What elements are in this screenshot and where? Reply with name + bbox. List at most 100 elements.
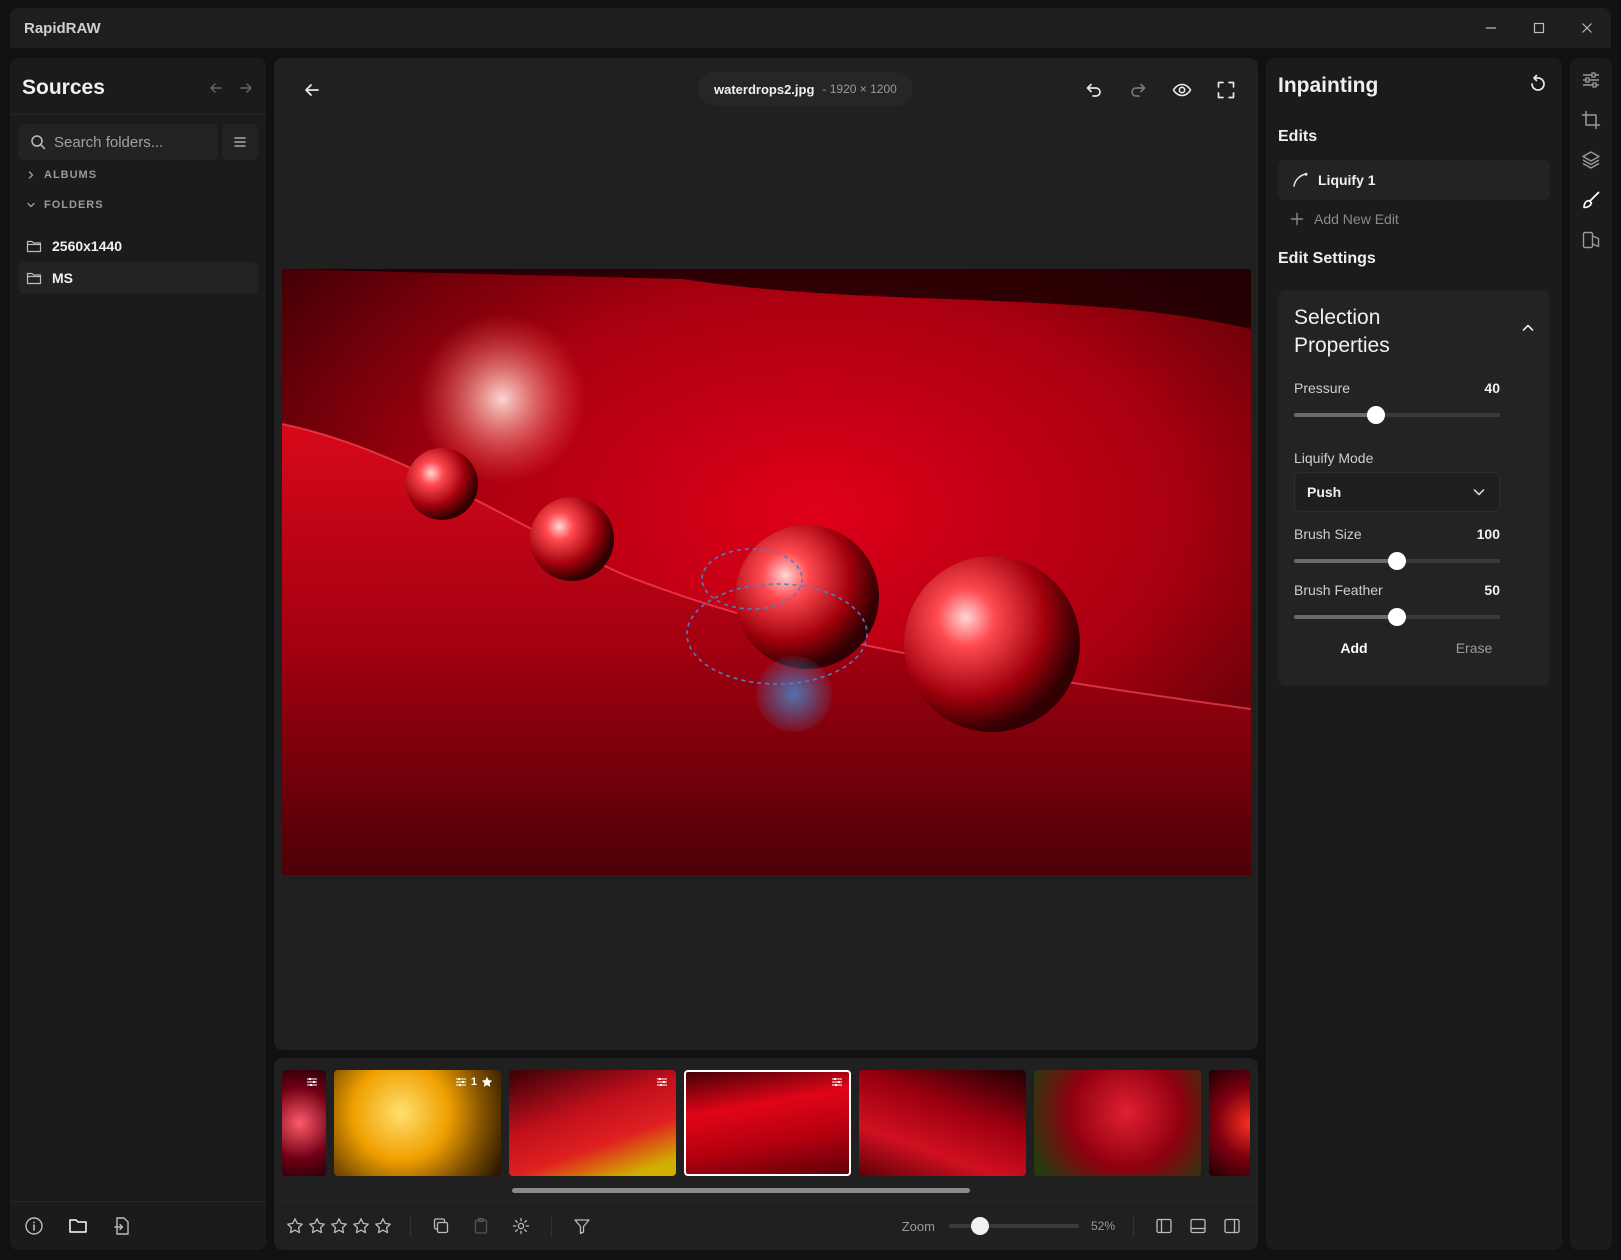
redo-button[interactable]: [1122, 74, 1154, 106]
preview-button[interactable]: [1166, 74, 1198, 106]
brush-cursor: [756, 656, 832, 732]
adjustments-icon: [455, 1078, 466, 1086]
pressure-label: Pressure: [1294, 380, 1351, 396]
thumbnail[interactable]: [509, 1070, 676, 1176]
brush-size-label: Brush Size: [1294, 526, 1362, 542]
paste-button[interactable]: [469, 1214, 493, 1238]
search-input[interactable]: [54, 133, 204, 151]
fullscreen-icon: [1217, 81, 1235, 99]
open-folder-button[interactable]: [66, 1214, 90, 1238]
undo-button[interactable]: [1078, 74, 1110, 106]
add-new-edit-button[interactable]: Add New Edit: [1290, 204, 1399, 234]
close-button[interactable]: [1563, 8, 1611, 48]
back-button[interactable]: [296, 74, 328, 106]
brush-feather-slider[interactable]: Brush Feather 50: [1294, 582, 1500, 626]
add-new-edit-label: Add New Edit: [1314, 211, 1399, 227]
albums-label: ALBUMS: [44, 169, 98, 181]
add-mode-button[interactable]: Add: [1294, 640, 1414, 656]
menu-icon: [234, 137, 246, 147]
toggle-bottom-panel-button[interactable]: [1186, 1214, 1210, 1238]
sources-header: Sources: [22, 70, 254, 106]
file-name: waterdrops2.jpg: [714, 81, 815, 97]
reset-button[interactable]: [1528, 74, 1548, 99]
zoom-slider[interactable]: [948, 1217, 1079, 1235]
rating-value: 1: [470, 1076, 477, 1088]
pressure-slider[interactable]: Pressure 40: [1294, 380, 1500, 424]
eye-icon: [1172, 83, 1192, 97]
collapse-button[interactable]: [1520, 320, 1536, 341]
liquify-mode-label: Liquify Mode: [1294, 450, 1374, 466]
folder-item[interactable]: 2560x1440: [18, 230, 258, 262]
star-icon[interactable]: [330, 1217, 348, 1235]
folder-nav: [208, 80, 254, 96]
slider-knob[interactable]: [1388, 608, 1406, 626]
inpainting-button[interactable]: [1570, 180, 1612, 220]
viewer-toolbar: [1078, 74, 1242, 106]
folders-section[interactable]: FOLDERS: [26, 199, 104, 211]
star-icon[interactable]: [352, 1217, 370, 1235]
brush-size-slider[interactable]: Brush Size 100: [1294, 526, 1500, 570]
crop-icon: [1581, 110, 1601, 130]
arrow-left-icon: [305, 84, 319, 96]
maximize-button[interactable]: [1515, 8, 1563, 48]
edit-item-label: Liquify 1: [1318, 172, 1376, 188]
adjustments-icon: [832, 1078, 842, 1086]
slider-track[interactable]: [1294, 552, 1500, 570]
export-icon: [1582, 231, 1600, 249]
toggle-right-panel-button[interactable]: [1220, 1214, 1244, 1238]
export-panel-button[interactable]: [1570, 220, 1612, 260]
thumbnail[interactable]: [1209, 1070, 1250, 1176]
masks-button[interactable]: [1570, 140, 1612, 180]
edit-settings-heading: Edit Settings: [1278, 250, 1376, 267]
slider-knob[interactable]: [1388, 552, 1406, 570]
filter-button[interactable]: [570, 1214, 594, 1238]
list-menu-button[interactable]: [222, 124, 258, 160]
zoom-slider-knob[interactable]: [970, 1217, 989, 1235]
star-icon[interactable]: [308, 1217, 326, 1235]
thumbnail[interactable]: [1034, 1070, 1201, 1176]
star-icon[interactable]: [286, 1217, 304, 1235]
divider: [10, 114, 266, 115]
minimize-button[interactable]: [1467, 8, 1515, 48]
arrow-right-icon[interactable]: [238, 80, 254, 96]
fullscreen-button[interactable]: [1210, 74, 1242, 106]
export-button[interactable]: [110, 1214, 134, 1238]
albums-section[interactable]: ALBUMS: [26, 169, 97, 181]
slider-track[interactable]: [1294, 608, 1500, 626]
filter-icon: [574, 1219, 590, 1235]
slider-track[interactable]: [1294, 406, 1500, 424]
divider: [410, 1215, 411, 1237]
zoom-value: 52%: [1090, 1219, 1115, 1233]
erase-mode-button[interactable]: Erase: [1414, 640, 1534, 656]
star-rating: [286, 1217, 392, 1235]
undo-icon: [1086, 83, 1101, 97]
thumbnail-active[interactable]: [684, 1070, 851, 1176]
info-button[interactable]: [22, 1214, 46, 1238]
liquify-mode-select[interactable]: Push: [1294, 472, 1500, 512]
search-box[interactable]: [18, 124, 218, 160]
crop-button[interactable]: [1570, 100, 1612, 140]
thumbnail[interactable]: 1: [334, 1070, 501, 1176]
layers-icon: [1582, 151, 1600, 169]
arrow-left-icon[interactable]: [208, 80, 224, 96]
thumbnail-badge: [656, 1076, 668, 1088]
settings-button[interactable]: [509, 1214, 533, 1238]
main-image[interactable]: [282, 269, 1251, 875]
edit-item-liquify[interactable]: Liquify 1: [1278, 160, 1550, 200]
file-info: waterdrops2.jpg - 1920 × 1200: [698, 72, 913, 106]
star-icon[interactable]: [374, 1217, 392, 1235]
toggle-left-panel-button[interactable]: [1152, 1214, 1176, 1238]
thumbnail[interactable]: [859, 1070, 1026, 1176]
liquify-mode-value: Push: [1307, 484, 1342, 500]
copy-button[interactable]: [429, 1214, 453, 1238]
folder-item-selected[interactable]: MS: [18, 262, 258, 294]
thumbnail[interactable]: [282, 1070, 326, 1176]
selection-properties-card: Selection Properties Pressure 40 Liquify…: [1278, 290, 1550, 686]
adjustments-button[interactable]: [1570, 60, 1612, 100]
brush-feather-label: Brush Feather: [1294, 582, 1383, 598]
brush-mode-toggle: Add Erase: [1294, 640, 1534, 656]
window-controls: [1467, 8, 1611, 48]
slider-knob[interactable]: [1367, 406, 1386, 424]
brush-icon: [1583, 191, 1600, 209]
filmstrip-scrollbar[interactable]: [512, 1188, 970, 1193]
